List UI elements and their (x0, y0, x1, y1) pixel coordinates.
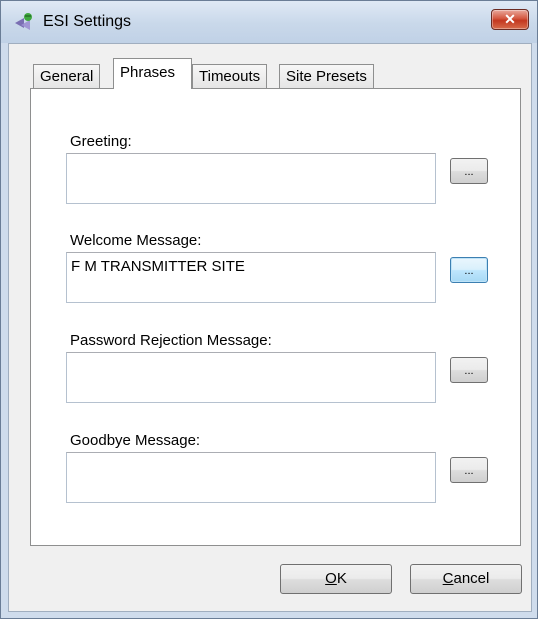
title-bar[interactable]: ESI Settings ✕ (1, 1, 537, 43)
close-button[interactable]: ✕ (491, 9, 529, 30)
welcome-message-field[interactable]: F M TRANSMITTER SITE (66, 252, 436, 303)
password-rejection-field[interactable] (66, 352, 436, 403)
welcome-message-label: Welcome Message: (70, 232, 202, 249)
tab-label: Phrases (120, 64, 176, 81)
password-rejection-browse-button[interactable]: ... (450, 357, 488, 383)
goodbye-message-browse-button[interactable]: ... (450, 457, 488, 483)
greeting-label: Greeting: (70, 133, 132, 150)
window-title: ESI Settings (43, 13, 132, 30)
tab-label: Site Presets (286, 68, 367, 85)
cancel-button[interactable]: Cancel (410, 564, 522, 594)
welcome-message-browse-button[interactable]: ... (450, 257, 488, 283)
goodbye-message-label: Goodbye Message: (70, 432, 201, 449)
ok-button[interactable]: OK (280, 564, 392, 594)
ok-label-rest: K (336, 570, 347, 587)
goodbye-message-field[interactable] (66, 452, 436, 503)
tab-site-presets[interactable]: Site Presets (279, 64, 374, 88)
cancel-label-rest: ancel (453, 570, 490, 587)
phrases-tab-panel: Greeting: ... Welcome Message: F M TRANS… (30, 88, 521, 546)
greeting-field[interactable] (66, 153, 436, 204)
dialog-client-area: General Phrases Timeouts Site Presets Gr… (8, 43, 532, 612)
cancel-mnemonic: C (442, 570, 454, 587)
password-rejection-label: Password Rejection Message: (70, 332, 272, 349)
tab-label: General (40, 68, 94, 85)
tab-timeouts[interactable]: Timeouts (192, 64, 268, 88)
greeting-browse-button[interactable]: ... (450, 158, 488, 184)
tab-label: Timeouts (199, 68, 261, 85)
tab-general[interactable]: General (33, 64, 101, 88)
app-icon (13, 11, 35, 33)
ok-mnemonic: O (325, 570, 337, 587)
close-icon: ✕ (504, 11, 516, 27)
dialog-window: ESI Settings ✕ General Phrases Timeouts … (0, 0, 538, 619)
tab-phrases[interactable]: Phrases (113, 58, 192, 89)
